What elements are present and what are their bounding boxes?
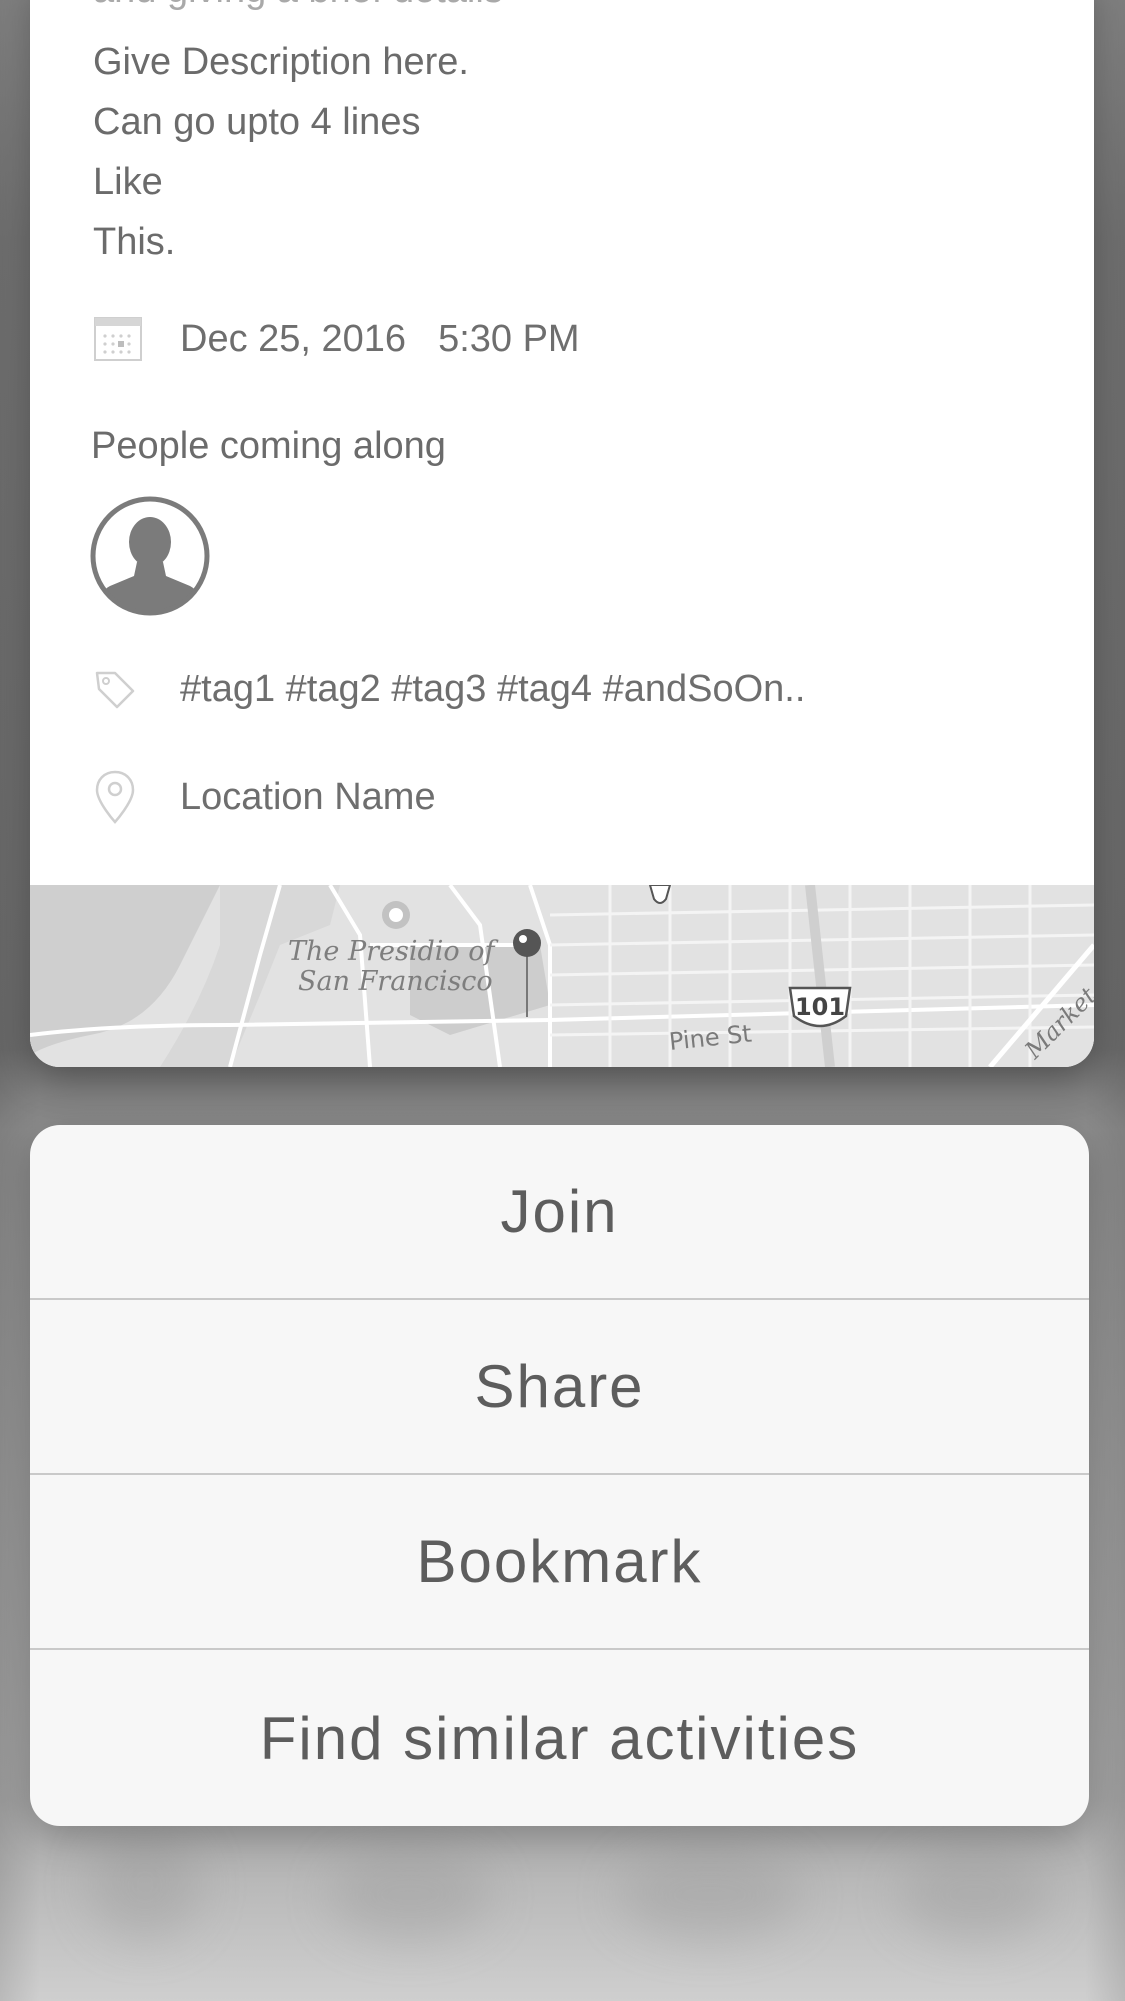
map-highway-shield: 101 xyxy=(795,993,845,1021)
action-sheet: Join Share Bookmark Find similar activit… xyxy=(30,1125,1089,1826)
location-map[interactable]: The Presidio of San Francisco Pine St 10… xyxy=(30,885,1094,1067)
map-label-san-francisco: San Francisco xyxy=(298,966,493,997)
blurred-background-shape xyxy=(90,1830,200,1940)
description-line: Can go upto 4 lines xyxy=(93,101,421,143)
activity-description: Give Description here. Can go upto 4 lin… xyxy=(93,32,469,272)
attendee-avatar[interactable] xyxy=(90,496,210,616)
person-avatar-icon xyxy=(90,496,210,616)
activity-tags[interactable]: #tag1 #tag2 #tag3 #tag4 #andSoOn.. xyxy=(180,668,805,711)
people-coming-label: People coming along xyxy=(91,425,446,467)
event-date: Dec 25, 2016 xyxy=(180,317,407,360)
description-line: Give Description here. xyxy=(93,41,469,83)
blurred-background-shape xyxy=(900,1850,1050,1940)
location-row: Location Name xyxy=(93,768,436,826)
map-pin-icon xyxy=(93,768,151,826)
join-button[interactable]: Join xyxy=(30,1125,1089,1300)
description-line: This. xyxy=(93,221,176,263)
tags-row: #tag1 #tag2 #tag3 #tag4 #andSoOn.. xyxy=(93,660,805,718)
description-heading-clipped: and giving a brief details xyxy=(93,0,503,10)
find-similar-activities-button[interactable]: Find similar activities xyxy=(30,1650,1089,1826)
share-button[interactable]: Share xyxy=(30,1300,1089,1475)
activity-detail-card: and giving a brief details Give Descript… xyxy=(30,0,1094,1067)
bookmark-button[interactable]: Bookmark xyxy=(30,1475,1089,1650)
date-time-row: Dec 25, 2016 5:30 PM xyxy=(93,310,580,368)
map-label-presidio: The Presidio of xyxy=(288,936,499,967)
calendar-icon xyxy=(93,310,151,368)
event-time: 5:30 PM xyxy=(438,317,580,360)
description-line: Like xyxy=(93,161,163,203)
blurred-background-shape xyxy=(330,1850,490,1940)
location-name[interactable]: Location Name xyxy=(180,776,436,819)
blurred-background-shape xyxy=(620,1850,800,1940)
tag-icon xyxy=(93,660,151,718)
